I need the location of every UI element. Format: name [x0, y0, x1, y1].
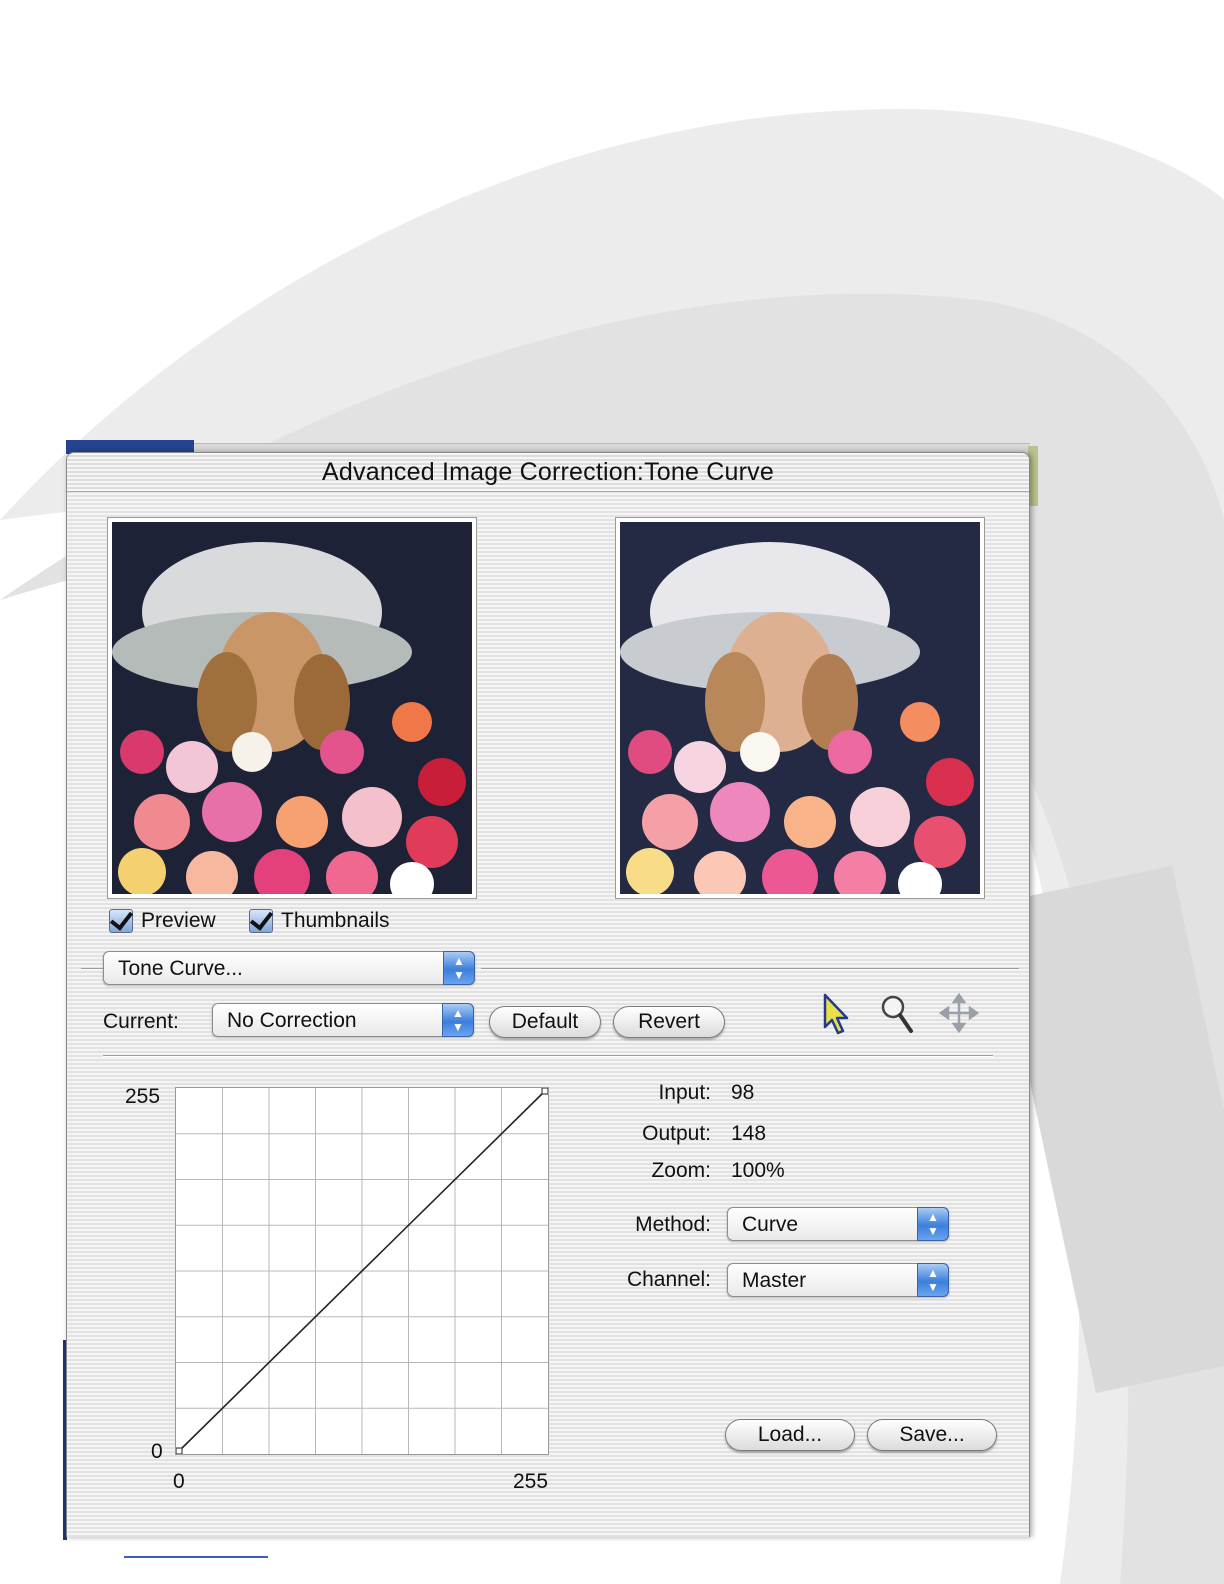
thumbnails-label: Thumbnails [281, 909, 390, 932]
curve-control-point[interactable] [541, 1087, 549, 1095]
input-label: Input: [658, 1081, 711, 1104]
thumbnails-option[interactable]: Thumbnails [249, 909, 390, 933]
popup-arrows-icon: ▲ ▼ [442, 1003, 474, 1037]
popup-arrows-icon: ▲ ▼ [917, 1207, 949, 1241]
output-label: Output: [642, 1122, 711, 1145]
original-thumbnail [107, 517, 477, 899]
correction-type-value: Tone Curve... [118, 957, 243, 980]
output-value: 148 [731, 1122, 767, 1145]
preview-photo [620, 522, 980, 894]
channel-label: Channel: [626, 1268, 711, 1291]
tone-curve-graph[interactable] [175, 1087, 549, 1455]
current-preset-value: No Correction [227, 1009, 357, 1032]
current-label: Current: [103, 1010, 179, 1033]
channel-value: Master [742, 1269, 807, 1292]
thumbnails-checkbox[interactable] [249, 909, 273, 933]
channel-popup[interactable]: Master ▲ ▼ [727, 1263, 949, 1297]
revert-button[interactable]: Revert [613, 1006, 725, 1038]
arrow-pointer-icon[interactable] [819, 993, 853, 1035]
section-separator-left [81, 968, 103, 970]
y-min-label: 0 [151, 1440, 163, 1463]
x-min-label: 0 [173, 1470, 185, 1493]
curve-control-point[interactable] [175, 1447, 183, 1455]
background-link-underline [124, 1556, 268, 1558]
default-button[interactable]: Default [489, 1006, 601, 1038]
dialog-title: Advanced Image Correction:Tone Curve [322, 458, 774, 486]
method-value: Curve [742, 1213, 799, 1236]
x-max-label: 255 [513, 1470, 549, 1493]
correction-type-popup[interactable]: Tone Curve... ▲ ▼ [103, 951, 475, 985]
preview-checkbox[interactable] [109, 909, 133, 933]
section-separator-right [481, 968, 1019, 970]
load-button[interactable]: Load... [725, 1419, 855, 1451]
original-photo [112, 522, 472, 894]
popup-arrows-icon: ▲ ▼ [443, 951, 475, 985]
tone-curve-canvas[interactable] [175, 1087, 549, 1455]
preview-option[interactable]: Preview [109, 909, 216, 933]
y-max-label: 255 [125, 1085, 161, 1108]
input-value: 98 [731, 1081, 755, 1104]
move-icon[interactable] [939, 993, 979, 1033]
preview-label: Preview [141, 909, 216, 932]
popup-arrows-icon: ▲ ▼ [917, 1263, 949, 1297]
dialog-titlebar[interactable]: Advanced Image Correction:Tone Curve [67, 453, 1029, 492]
magnifier-icon[interactable] [879, 993, 915, 1035]
tools-separator [103, 1055, 993, 1057]
zoom-value: 100% [731, 1159, 785, 1182]
tone-curve-dialog: Advanced Image Correction:Tone Curve Pre… [66, 452, 1030, 1537]
method-label: Method: [635, 1213, 711, 1236]
method-popup[interactable]: Curve ▲ ▼ [727, 1207, 949, 1241]
save-button[interactable]: Save... [867, 1419, 997, 1451]
zoom-label: Zoom: [651, 1159, 711, 1182]
preview-thumbnail [615, 517, 985, 899]
current-preset-popup[interactable]: No Correction ▲ ▼ [212, 1003, 474, 1037]
